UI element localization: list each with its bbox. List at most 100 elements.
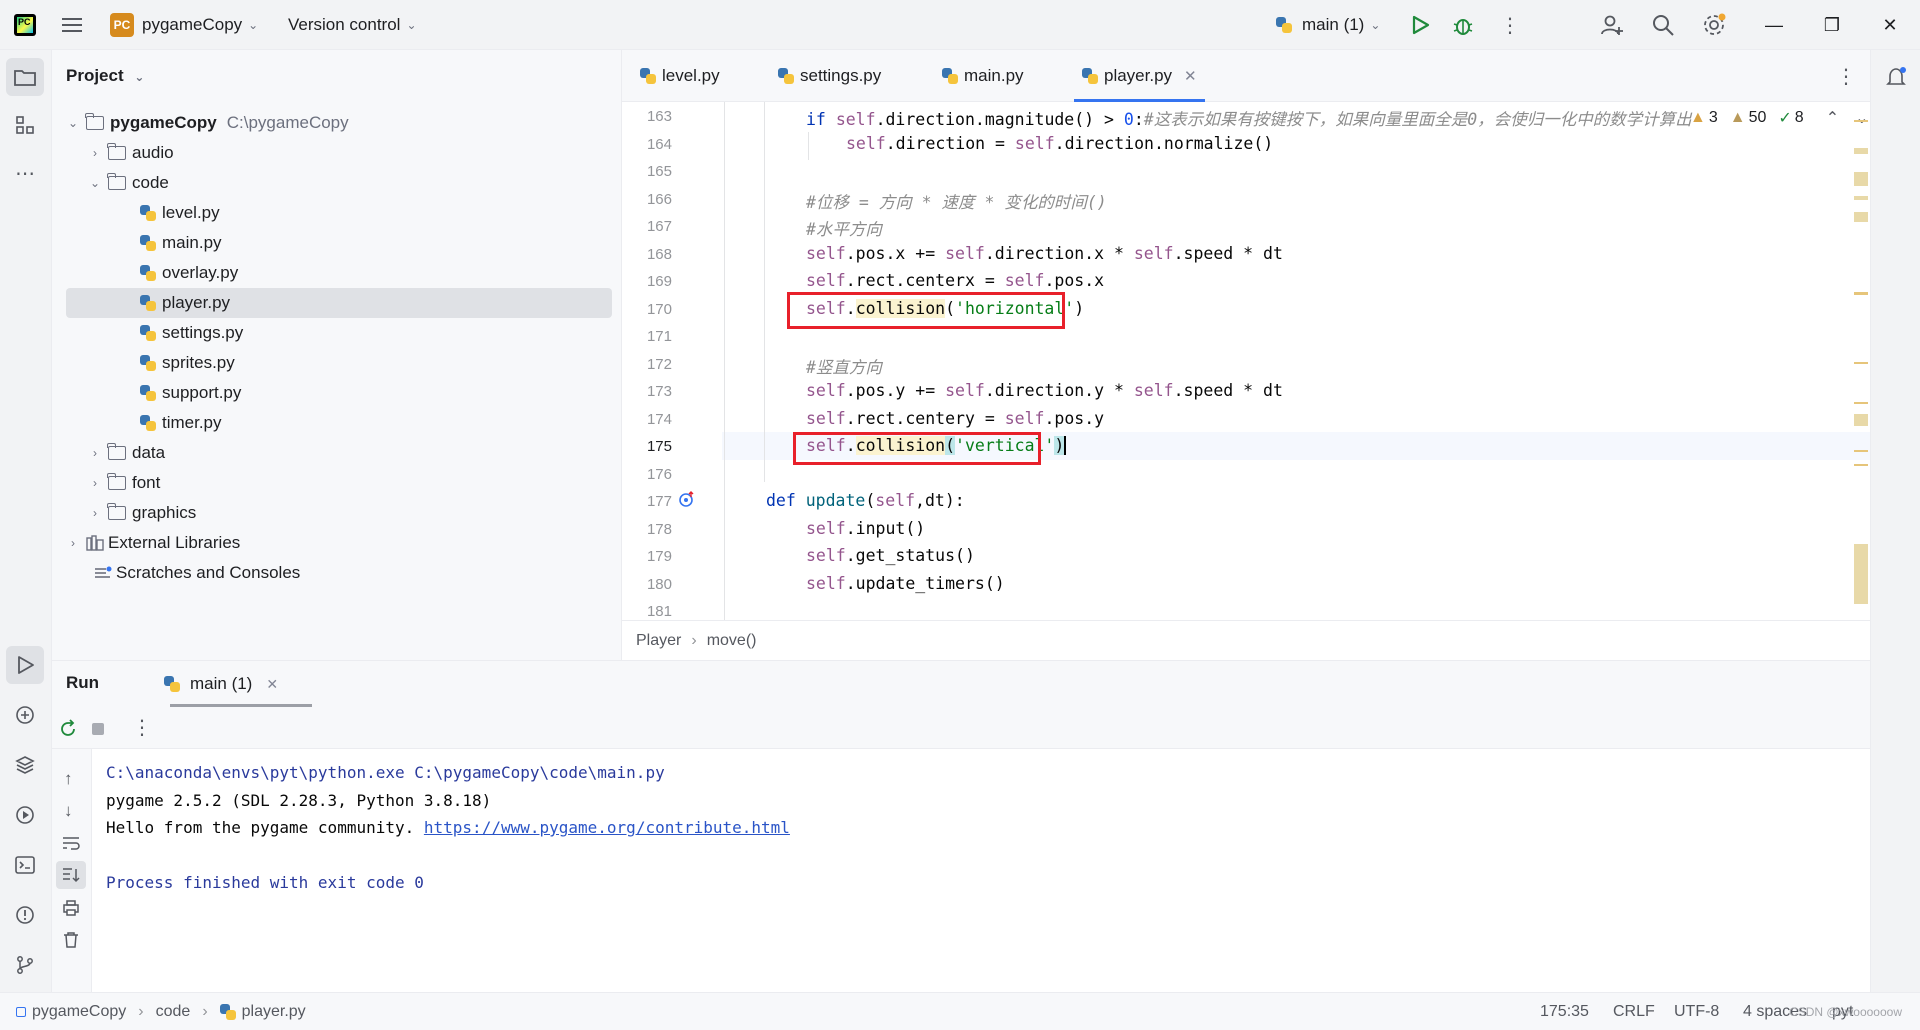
settings-button[interactable] [1702,0,1726,50]
debug-button[interactable] [1452,0,1474,50]
status-crumb-folder[interactable]: code [156,1003,191,1021]
more-horizontal-icon: ⋯ [15,162,35,185]
services-button[interactable] [6,796,44,834]
problems-button[interactable] [6,896,44,934]
structure-icon [16,116,34,134]
console-output[interactable]: C:\anaconda\envs\pyt\python.exe C:\pygam… [52,749,1870,993]
tab-label: main.py [964,66,1024,85]
more-tools-button[interactable]: ⋯ [6,154,44,192]
python-file-icon [219,1004,236,1020]
restore-button[interactable]: ❐ [1808,0,1856,50]
run-tool-button[interactable] [6,646,44,684]
add-user-icon [1601,15,1623,35]
project-panel-title: Project [66,66,124,85]
stop-icon[interactable] [92,723,104,735]
tree-label: level.py [162,203,220,222]
project-switcher[interactable]: PC pygameCopy ⌄ [110,0,258,50]
tree-scratches[interactable]: Scratches and Consoles [52,558,612,588]
file-encoding[interactable]: UTF-8 [1674,993,1719,1030]
tab-options-button[interactable]: ⋮ [1836,50,1856,102]
add-user-button[interactable] [1600,0,1624,50]
code-line-164: self.direction = self.direction.normaliz… [846,134,1274,153]
more-vertical-icon[interactable]: ⋮ [132,715,152,740]
editor-scrollbar[interactable] [1852,102,1870,620]
terminal-button[interactable] [6,846,44,884]
vcs-menu[interactable]: Version control ⌄ [288,0,417,50]
code-line-169: self.rect.centerx = self.pos.x [806,271,1105,290]
annotation-box-vertical [793,432,1041,465]
close-tab-icon[interactable]: ✕ [266,676,278,693]
minimize-button[interactable]: — [1750,0,1798,50]
run-config-selector[interactable]: main (1) ⌄ [1276,0,1380,50]
status-crumb-file[interactable]: player.py [242,1003,306,1021]
python-file-icon [1082,68,1098,84]
main-menu-button[interactable] [62,0,82,50]
structure-tool-button[interactable] [6,106,44,144]
folder-icon [14,70,36,86]
python-console-icon [16,706,34,724]
vcs-label: Version control [288,15,401,34]
python-file-icon [140,325,156,341]
tree-folder-audio[interactable]: › audio [52,138,612,168]
close-tab-icon[interactable]: ✕ [1184,67,1197,85]
code-text: if self.direction.magnitude() > 0:#这表示如果… [622,102,1870,620]
run-tab-main[interactable]: main (1) ✕ [134,661,314,707]
more-actions-button[interactable]: ⋮ [1500,0,1520,50]
status-crumb-project[interactable]: pygameCopy [32,1003,126,1021]
project-tool-button[interactable] [6,58,44,96]
tab-level-py[interactable]: level.py [640,50,720,102]
tree-label: main.py [162,233,222,252]
project-panel-header[interactable]: Project ⌄ [66,66,144,86]
rerun-icon[interactable] [58,719,78,739]
tree-file[interactable]: timer.py [52,408,612,438]
more-vertical-icon: ⋮ [1836,65,1856,88]
library-icon [86,535,104,551]
search-button[interactable] [1652,0,1674,50]
git-button[interactable] [6,946,44,984]
code-line-167: #水平方向 [806,220,882,239]
scratches-icon [95,566,112,578]
tab-main-py[interactable]: main.py [942,50,1024,102]
chevron-up-icon[interactable]: ⌃ [1826,108,1839,128]
typo-count: 8 [1794,109,1804,126]
tree-label: code [132,173,169,192]
python-file-icon [140,205,156,221]
python-packages-button[interactable] [6,746,44,784]
tab-settings-py[interactable]: settings.py [778,50,881,102]
console-link[interactable]: https://www.pygame.org/contribute.html [424,818,790,837]
tree-folder-code[interactable]: ⌄ code [52,168,612,198]
code-comment: #这表示如果有按键按下，如果向量里面全是0，会使归一化中的数学计算出 [1143,110,1692,129]
inspection-widget[interactable]: ▲ 3 ▲ 50 ✓ 8 ⌃ ⌄ [1690,108,1869,128]
tree-file[interactable]: main.py [52,228,612,258]
close-window-button[interactable]: ✕ [1866,0,1914,50]
tree-folder-font[interactable]: › font [52,468,612,498]
layers-icon [15,756,35,774]
watermark: CSDN @xwoooooow [1789,1005,1902,1019]
python-file-icon [140,355,156,371]
chevron-down-icon: ⌄ [67,116,79,130]
breadcrumb-class[interactable]: Player [636,632,681,650]
tree-file[interactable]: settings.py [52,318,612,348]
module-icon [16,1007,26,1017]
tree-file[interactable]: level.py [52,198,612,228]
tree-file-selected[interactable]: player.py [66,288,612,318]
tree-folder-data[interactable]: › data [52,438,612,468]
breadcrumb-method[interactable]: move() [707,632,757,650]
restore-icon: ❐ [1823,14,1841,35]
tree-file[interactable]: overlay.py [52,258,612,288]
notifications-button[interactable] [1877,58,1915,96]
tab-player-py[interactable]: player.py ✕ [1074,50,1205,102]
caret-position[interactable]: 175:35 [1540,993,1589,1030]
tree-file[interactable]: support.py [52,378,612,408]
chevron-right-icon: › [138,1003,144,1020]
tree-label: Scratches and Consoles [116,563,301,582]
run-button[interactable] [1410,0,1430,50]
tree-external-libraries[interactable]: › External Libraries [52,528,612,558]
annotation-box-horizontal [787,292,1065,329]
code-editor[interactable]: 163 164 165 166 167 168 169 170 171 172 … [622,102,1870,620]
tree-root[interactable]: ⌄ pygameCopy C:\pygameCopy [52,108,612,138]
python-console-button[interactable] [6,696,44,734]
line-separator[interactable]: CRLF [1613,993,1655,1030]
tree-file[interactable]: sprites.py [52,348,612,378]
tree-folder-graphics[interactable]: › graphics [52,498,612,528]
